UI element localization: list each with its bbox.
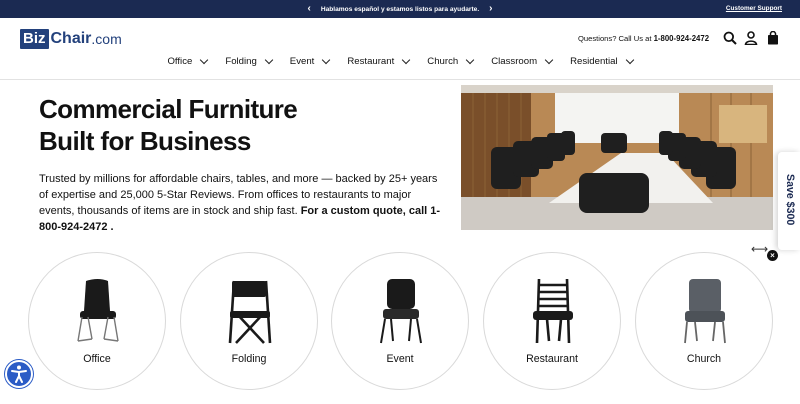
nav-label: Office	[167, 56, 193, 67]
promo-text: Hablamos español y estamos listos para a…	[320, 5, 480, 13]
save-promo-tab[interactable]: Save $300	[778, 152, 800, 250]
chevron-down-icon	[402, 55, 411, 65]
promo-prev-icon[interactable]: ‹	[308, 0, 311, 18]
chevron-down-icon	[264, 55, 274, 65]
accessibility-icon	[11, 365, 27, 383]
search-icon[interactable]	[723, 31, 737, 45]
hero-title: Commercial Furniture Built for Business	[39, 93, 359, 157]
category-office[interactable]: Office	[28, 252, 166, 390]
phone-number[interactable]: 1-800-924-2472	[654, 34, 710, 43]
promo-next-icon[interactable]: ›	[489, 0, 492, 18]
hero-title-line1: Commercial Furniture	[39, 94, 298, 124]
save-tab-label: Save $300	[784, 174, 796, 226]
logo-com: .com	[91, 31, 122, 47]
category-folding[interactable]: Folding	[180, 252, 318, 390]
nav-item-church[interactable]: Church	[427, 55, 475, 67]
conference-room-image	[461, 85, 773, 230]
nav-label: Restaurant	[347, 56, 395, 67]
nav-item-restaurant[interactable]: Restaurant	[347, 55, 411, 67]
category-church[interactable]: Church	[635, 252, 773, 390]
category-label: Office	[83, 353, 111, 365]
nav-label: Classroom	[491, 56, 538, 67]
category-label: Folding	[231, 353, 267, 365]
category-restaurant[interactable]: Restaurant	[483, 252, 621, 390]
nav-label: Residential	[570, 56, 618, 67]
church-chair-icon	[684, 279, 726, 344]
main-nav: Office Folding Event Restaurant Church C…	[0, 55, 800, 67]
site-header: Biz Chair .com Questions? Call Us at 1-8…	[0, 18, 800, 80]
chevron-down-icon	[625, 55, 634, 65]
event-chair-icon	[380, 279, 422, 344]
category-label: Restaurant	[526, 353, 578, 365]
chevron-down-icon	[465, 55, 475, 65]
chevron-down-icon	[322, 55, 331, 65]
logo-biz: Biz	[20, 29, 49, 49]
category-label: Church	[686, 353, 722, 365]
accessibility-button[interactable]	[5, 360, 33, 388]
nav-label: Event	[289, 56, 315, 67]
nav-label: Church	[427, 56, 459, 67]
promo-carousel: ‹ Hablamos español y estamos listos para…	[0, 0, 800, 18]
phone-contact: Questions? Call Us at 1-800-924-2472	[578, 34, 709, 43]
logo-chair: Chair	[50, 30, 92, 47]
office-chair-icon	[77, 279, 119, 342]
category-event[interactable]: Event	[331, 252, 469, 390]
nav-item-event[interactable]: Event	[289, 55, 331, 67]
nav-label: Folding	[225, 56, 257, 67]
chevron-down-icon	[544, 55, 554, 65]
folding-chair-icon	[228, 280, 272, 344]
hero-title-line2: Built for Business	[39, 126, 251, 156]
nav-item-classroom[interactable]: Classroom	[491, 55, 554, 67]
nav-item-office[interactable]: Office	[167, 55, 209, 67]
phone-label: Questions? Call Us at	[578, 34, 652, 43]
chevron-down-icon	[200, 55, 209, 65]
top-promo-bar: ‹ Hablamos español y estamos listos para…	[0, 0, 800, 18]
restaurant-chair-icon	[533, 278, 573, 344]
category-carousel: Office Folding Event Restaurant Church	[0, 252, 800, 392]
account-icon[interactable]	[744, 31, 758, 45]
bizchair-logo[interactable]: Biz Chair .com	[20, 29, 122, 49]
category-label: Event	[386, 353, 414, 365]
nav-item-folding[interactable]: Folding	[225, 55, 274, 67]
nav-item-residential[interactable]: Residential	[570, 55, 634, 67]
customer-support-link[interactable]: Customer Support	[726, 0, 782, 18]
hero-description: Trusted by millions for affordable chair…	[39, 171, 449, 235]
cart-icon[interactable]	[766, 31, 780, 45]
